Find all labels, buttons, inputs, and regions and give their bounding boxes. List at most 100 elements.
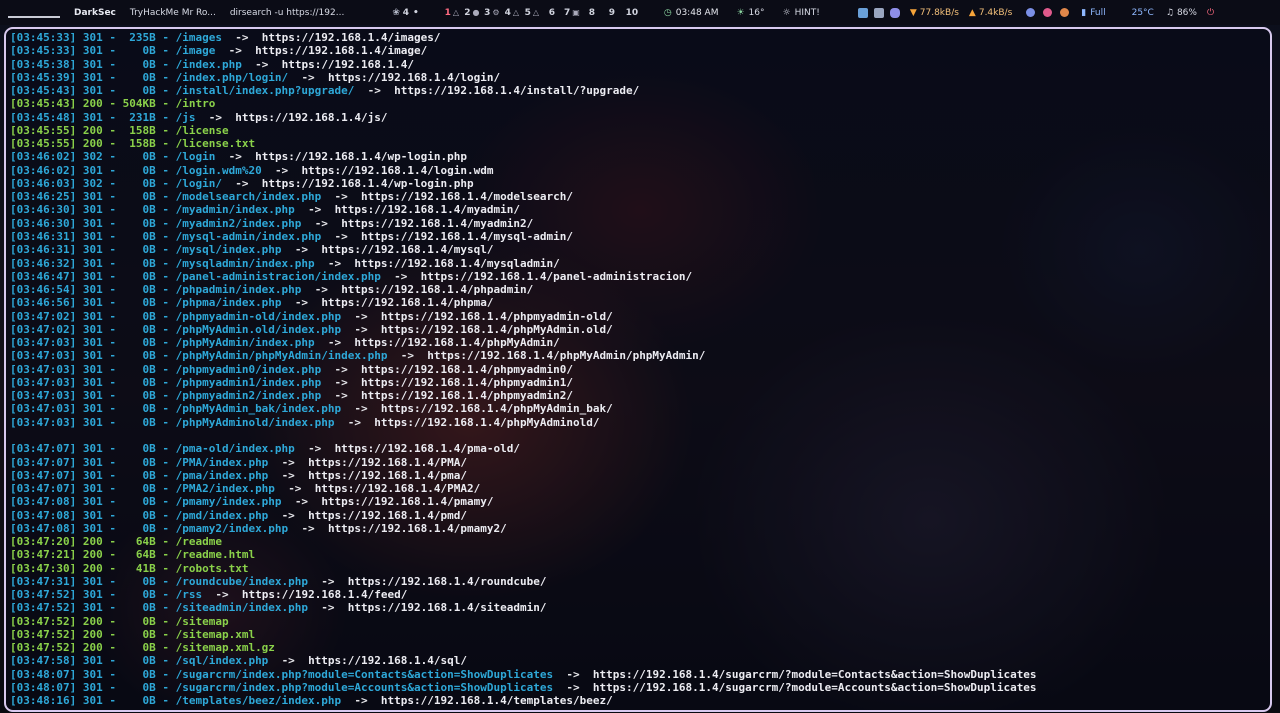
redirect-target: https://192.168.1.4/phpadmin/ <box>341 283 534 297</box>
separator: - <box>109 601 116 615</box>
status-code: 301 <box>82 455 103 469</box>
timestamp: [03:47:03] <box>10 336 77 350</box>
separator: - <box>109 110 116 124</box>
response-size: 0B <box>142 336 156 350</box>
clock[interactable]: ◷ 03:48 AM <box>664 8 719 18</box>
workspace-4[interactable]: 4 △ <box>502 5 522 21</box>
separator: - <box>109 349 116 363</box>
redirect-arrow: -> <box>347 415 362 429</box>
separator: - <box>162 681 169 695</box>
discord-tray-icon[interactable] <box>889 7 900 18</box>
result-line: [03:46:54] 301 -0B - /phpadmin/index.php… <box>10 283 1266 296</box>
app-icon-2[interactable] <box>1043 8 1053 17</box>
response-size: 0B <box>142 243 156 257</box>
timestamp: [03:45:55] <box>10 137 77 151</box>
response-size: 0B <box>142 468 156 482</box>
redirect-arrow: -> <box>314 216 328 230</box>
redirect-target: https://192.168.1.4/js/ <box>235 110 388 124</box>
workspace-6[interactable]: 6 <box>542 5 562 21</box>
request-path: /sql/index.php <box>175 654 269 668</box>
separator: - <box>162 163 169 177</box>
hint-button[interactable]: ☼ HINT! <box>783 8 820 18</box>
status-code: 301 <box>82 468 103 482</box>
result-line: [03:45:38] 301 -0B - /index.php -> https… <box>10 58 1266 71</box>
response-size: 0B <box>142 588 156 602</box>
timestamp: [03:46:47] <box>10 269 77 283</box>
request-path: /mysql/index.php <box>175 243 282 257</box>
request-path: /phpmyadmin1/index.php <box>175 375 322 389</box>
workspace-switcher: ❀ 4 • 1 △ 2 ● 3 ⚙ 4 △ 5 △ 6 7 ▣ 8 9 10 <box>388 5 642 21</box>
response-size: 0B <box>142 57 156 71</box>
separator: - <box>162 442 169 456</box>
separator: - <box>109 31 116 44</box>
separator: - <box>162 402 169 416</box>
workspace-9[interactable]: 9 <box>602 5 622 21</box>
response-size: 0B <box>142 574 156 588</box>
app-icon-3[interactable] <box>1060 8 1070 17</box>
tab-dirsearch[interactable]: dirsearch -u https://192... <box>230 8 345 18</box>
redirect-target: https://192.168.1.4/PMA/ <box>308 455 468 469</box>
request-path: /phpMyAdmin.old/index.php <box>175 322 342 336</box>
result-line: [03:46:25] 301 -0B - /modelsearch/index.… <box>10 190 1266 203</box>
volume-control[interactable]: ♫ 86% <box>1166 8 1197 18</box>
separator: - <box>162 495 169 509</box>
response-size: 0B <box>142 176 156 190</box>
separator: - <box>109 44 116 58</box>
status-code: 301 <box>82 694 103 708</box>
response-size: 0B <box>142 482 156 496</box>
chat-tray-icon[interactable] <box>857 7 868 18</box>
result-line: [03:47:02] 301 -0B - /phpmyadmin-old/ind… <box>10 310 1266 323</box>
result-line: [03:47:07] 301 -0B - /pma-old/index.php … <box>10 442 1266 455</box>
power-icon[interactable]: ⏻ <box>1207 8 1214 18</box>
separator: - <box>162 627 169 641</box>
separator: - <box>109 296 116 310</box>
separator: - <box>109 269 116 283</box>
redirect-arrow: -> <box>308 442 322 456</box>
request-path: /phpmyadmin2/index.php <box>175 389 322 403</box>
separator: - <box>109 256 116 270</box>
workspace-2[interactable]: 2 ● <box>462 5 482 21</box>
response-size: 0B <box>142 283 156 297</box>
separator: - <box>162 389 169 403</box>
redirect-target: https://192.168.1.4/mysqladmin/ <box>354 256 560 270</box>
timestamp: [03:47:03] <box>10 362 77 376</box>
workspace-5[interactable]: 5 △ <box>522 5 542 21</box>
timestamp: [03:47:03] <box>10 375 77 389</box>
workspace-8[interactable]: 8 <box>582 5 602 21</box>
separator: - <box>109 389 116 403</box>
separator: - <box>109 97 116 111</box>
redirect-arrow: -> <box>354 322 368 336</box>
redirect-arrow: -> <box>288 482 302 496</box>
calendar-tray-icon[interactable] <box>873 7 884 18</box>
separator: - <box>162 482 169 496</box>
separator: - <box>109 574 116 588</box>
terminal-window[interactable]: [03:45:33] 301 -235B - /images -> https:… <box>4 27 1272 712</box>
status-code: 301 <box>82 256 103 270</box>
response-size: 0B <box>142 229 156 243</box>
status-code: 301 <box>82 588 103 602</box>
result-line: [03:47:52] 200 -0B - /sitemap <box>10 615 1266 628</box>
launcher-icon[interactable] <box>8 8 60 18</box>
tab-tryhackme[interactable]: TryHackMe Mr Ro... <box>130 8 216 18</box>
status-code: 301 <box>82 31 103 44</box>
result-line: [03:45:39] 301 -0B - /index.php/login/ -… <box>10 71 1266 84</box>
timestamp: [03:47:52] <box>10 641 77 655</box>
status-code: 301 <box>82 482 103 496</box>
redirect-target: https://192.168.1.4/images/ <box>261 31 441 44</box>
response-size: 0B <box>142 521 156 535</box>
redirect-target: https://192.168.1.4/modelsearch/ <box>361 190 573 204</box>
separator: - <box>162 229 169 243</box>
workspace-10[interactable]: 10 <box>622 5 642 21</box>
workspace-3[interactable]: 3 ⚙ <box>482 5 502 21</box>
workspace-7[interactable]: 7 ▣ <box>562 5 582 21</box>
app-icon-1[interactable] <box>1026 8 1036 17</box>
result-line: [03:45:33] 301 -235B - /images -> https:… <box>10 31 1266 44</box>
hint-label: HINT! <box>794 7 820 18</box>
timestamp: [03:45:33] <box>10 31 77 44</box>
timestamp: [03:47:08] <box>10 521 77 535</box>
redirect-arrow: -> <box>354 694 368 708</box>
battery-status[interactable]: ▮ Full <box>1081 8 1105 18</box>
separator: - <box>109 415 116 429</box>
workspace-1[interactable]: 1 △ <box>442 5 462 21</box>
redirect-arrow: -> <box>354 402 368 416</box>
